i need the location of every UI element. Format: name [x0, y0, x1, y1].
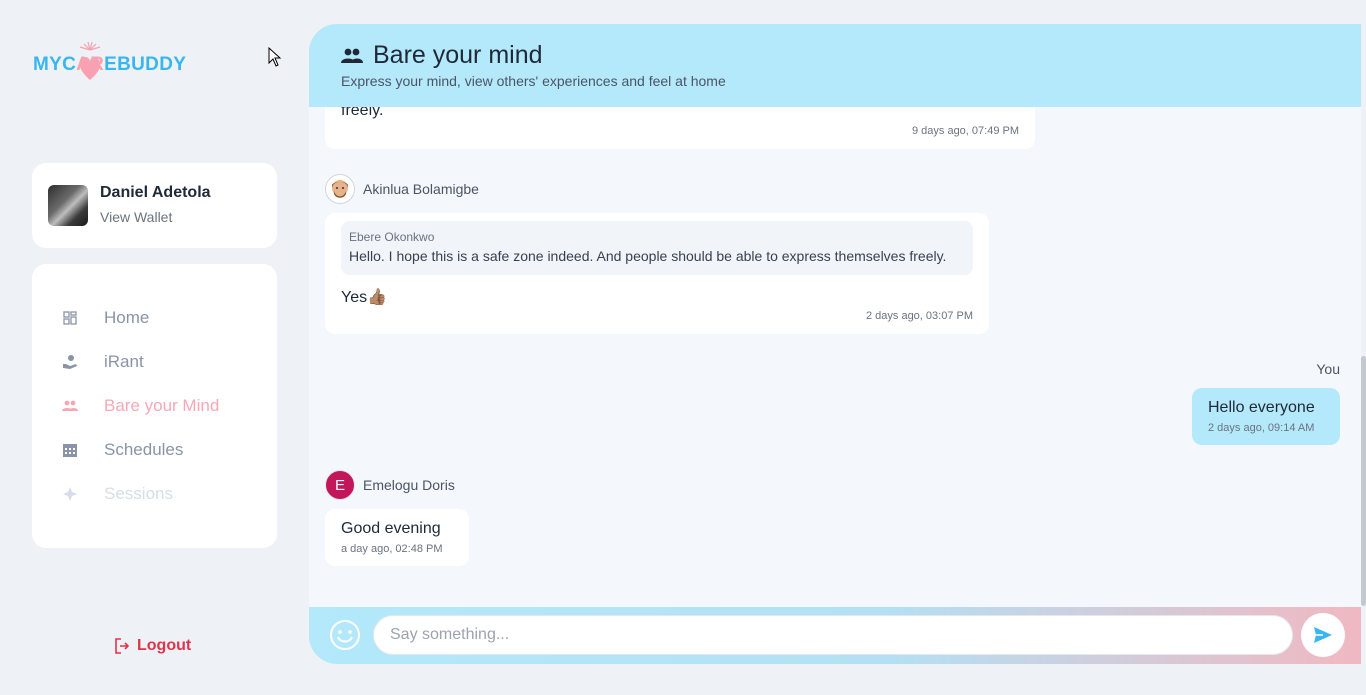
- message-sender: Akinlua Bolamigbe: [325, 174, 479, 204]
- quoted-message[interactable]: Ebere Okonkwo Hello. I hope this is a sa…: [341, 221, 973, 275]
- scrollbar-thumb[interactable]: [1361, 356, 1366, 606]
- quote-text: Hello. I hope this is a safe zone indeed…: [349, 248, 947, 264]
- chat-header: Bare your mind Express your mind, view o…: [309, 24, 1361, 107]
- sender-avatar: [325, 174, 355, 204]
- sender-avatar: E: [325, 470, 355, 500]
- brand-wordmark: MYCAREBUDDY: [33, 54, 186, 76]
- page-title: Bare your mind: [373, 41, 543, 69]
- page-subtitle: Express your mind, view others' experien…: [341, 73, 726, 89]
- people-icon: [341, 48, 363, 63]
- message-sender: E Emelogu Doris: [325, 470, 455, 500]
- sidebar-item-label: iRant: [104, 352, 144, 371]
- quote-author: Ebere Okonkwo: [349, 230, 435, 244]
- message-time: 2 days ago, 09:14 AM: [1208, 422, 1315, 434]
- message-composer: [309, 607, 1361, 664]
- brand-logo[interactable]: MYCAREBUDDY: [33, 40, 193, 88]
- grid-icon: [62, 310, 78, 326]
- message-card: Ebere Okonkwo Hello. I hope this is a sa…: [325, 213, 989, 334]
- message-time: 9 days ago, 07:49 PM: [911, 125, 1019, 137]
- logout-label: Logout: [137, 637, 192, 654]
- emoji-icon[interactable]: [329, 619, 361, 651]
- sender-name: Akinlua Bolamigbe: [363, 181, 479, 197]
- message-text: Good evening: [341, 520, 441, 537]
- message-text: Yes👍🏽: [341, 289, 388, 306]
- sessions-icon: [62, 486, 78, 502]
- sidebar-item-label: Home: [104, 308, 150, 327]
- logout-icon: [115, 638, 129, 654]
- sidebar-nav: Home iRant Bare your Mind Schedules Sess…: [32, 264, 277, 548]
- sidebar-item-sessions[interactable]: Sessions: [62, 482, 262, 506]
- my-sender-label: You: [1316, 361, 1340, 377]
- sidebar-item-home[interactable]: Home: [62, 306, 262, 330]
- profile-name: Daniel Adetola: [100, 184, 211, 201]
- people-icon: [62, 398, 78, 414]
- sender-name: Emelogu Doris: [363, 477, 455, 493]
- message-time: a day ago, 02:48 PM: [341, 543, 443, 555]
- message-card: Good evening a day ago, 02:48 PM: [325, 509, 469, 566]
- my-message-bubble: Hello everyone 2 days ago, 09:14 AM: [1192, 388, 1340, 445]
- sidebar-item-bare-your-mind[interactable]: Bare your Mind: [62, 394, 262, 418]
- brand-part-2: AR: [76, 54, 105, 75]
- send-icon: [1314, 627, 1332, 643]
- sidebar-item-label: Sessions: [104, 484, 173, 503]
- logout-button[interactable]: Logout: [115, 637, 191, 655]
- calendar-icon: [62, 442, 78, 458]
- message-time: 2 days ago, 03:07 PM: [865, 310, 973, 322]
- sidebar-item-schedules[interactable]: Schedules: [62, 438, 262, 462]
- send-button[interactable]: [1301, 613, 1345, 657]
- message-text: Hello everyone: [1208, 399, 1315, 416]
- brand-part-3: EBUDDY: [104, 54, 187, 75]
- profile-card: Daniel Adetola View Wallet: [32, 163, 277, 248]
- message-input[interactable]: [373, 615, 1293, 655]
- profile-avatar: [48, 185, 88, 226]
- sidebar-item-irant[interactable]: iRant: [62, 350, 262, 374]
- brand-part-1: MYC: [33, 54, 77, 75]
- chat-panel: Bare your mind Express your mind, view o…: [309, 24, 1361, 664]
- sidebar-item-label: Schedules: [104, 440, 184, 459]
- sidebar-item-label: Bare your Mind: [104, 396, 220, 415]
- view-wallet-link[interactable]: View Wallet: [100, 209, 172, 225]
- mouse-cursor-icon: [268, 47, 282, 67]
- hand-person-icon: [62, 354, 78, 370]
